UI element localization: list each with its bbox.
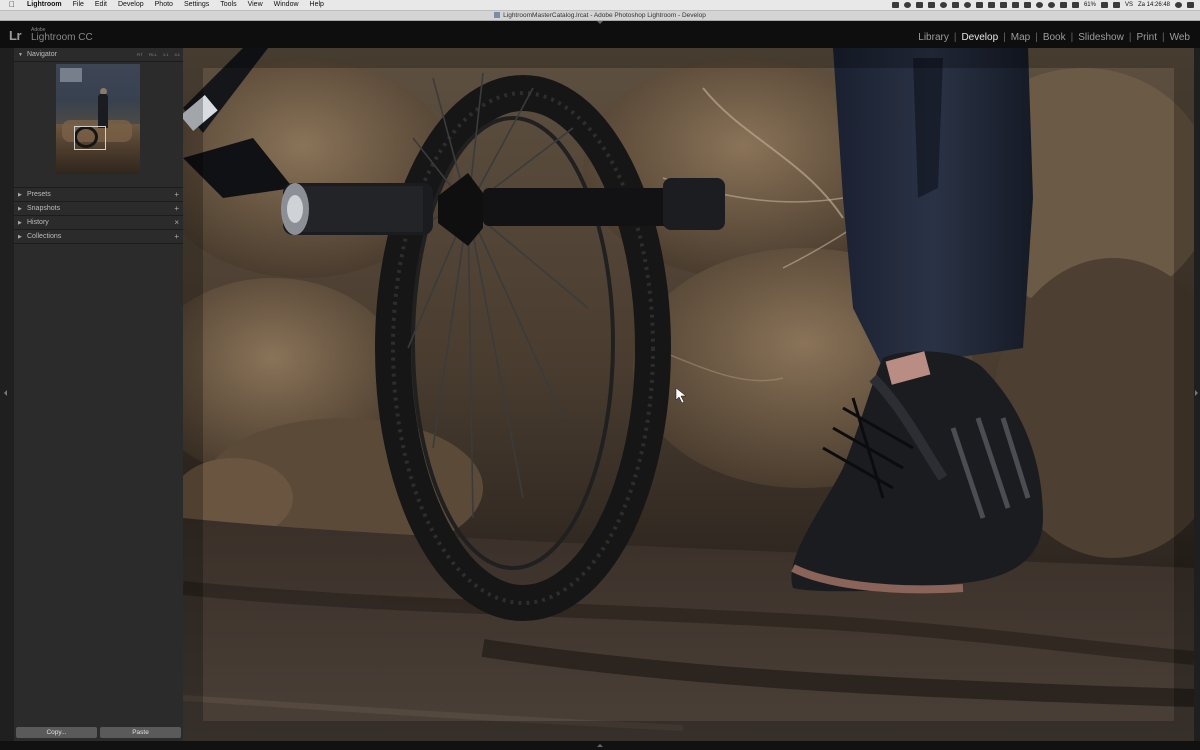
menu-settings[interactable]: Settings (184, 0, 209, 10)
flag-icon[interactable] (1112, 2, 1120, 8)
paste-settings-button[interactable]: Paste (100, 727, 181, 738)
left-panel-toggle-strip[interactable] (0, 48, 14, 741)
presets-header[interactable]: ▶ Presets + (14, 188, 183, 202)
gamepad-icon[interactable] (999, 2, 1007, 8)
photo-viewport[interactable] (183, 48, 1194, 741)
navigator-header[interactable]: ▼ Navigator FIT FILL 1:1 4:1 (14, 48, 183, 62)
time-machine-icon[interactable] (1047, 2, 1055, 8)
develop-photo[interactable] (183, 48, 1194, 741)
expanded-triangle-icon: ▼ (18, 51, 23, 58)
copy-settings-button[interactable]: Copy... (16, 727, 97, 738)
navigator-zoom-rectangle[interactable] (74, 126, 106, 150)
gear-icon[interactable] (987, 2, 995, 8)
battery-icon[interactable] (1100, 2, 1108, 8)
battery-percentage[interactable]: 61% (1084, 0, 1096, 10)
navigator-title: Navigator (27, 51, 57, 58)
thumbnail-rider (98, 94, 108, 128)
input-source[interactable]: VS (1125, 0, 1133, 10)
module-picker: Library | Develop | Map | Book | Slideshow | … (913, 32, 1195, 43)
zoom-1-1[interactable]: 1:1 (163, 52, 169, 57)
collapsed-triangle-icon: ▶ (18, 205, 22, 212)
history-title: History (27, 219, 49, 226)
zoom-4-1[interactable]: 4:1 (174, 52, 180, 57)
navigator-zoom-options: FIT FILL 1:1 4:1 (137, 52, 180, 57)
snapshots-header[interactable]: ▶ Snapshots + (14, 202, 183, 216)
module-library[interactable]: Library (913, 32, 954, 43)
macos-menubar:  Lightroom File Edit Develop Photo Sett… (0, 0, 1200, 11)
menu-window[interactable]: Window (274, 0, 299, 10)
window-title: LightroomMasterCatalog.lrcat - Adobe Pho… (503, 12, 706, 19)
lightroom-logo: Lr (9, 28, 22, 43)
module-map[interactable]: Map (1006, 32, 1035, 43)
menu-view[interactable]: View (248, 0, 263, 10)
menubar-status-area: 61% VS Za 14:26:48 (891, 0, 1194, 10)
collapse-top-panel-icon[interactable] (597, 21, 603, 24)
collapsed-triangle-icon: ▶ (18, 219, 22, 226)
script-icon[interactable] (951, 2, 959, 8)
right-panel-toggle-strip[interactable] (1194, 48, 1200, 741)
notification-center-icon[interactable] (1187, 2, 1194, 8)
copy-paste-bar: Copy... Paste (14, 725, 183, 741)
sync-icon[interactable] (903, 2, 911, 8)
add-preset-icon[interactable]: + (174, 190, 179, 199)
menubar-clock[interactable]: Za 14:26:48 (1138, 0, 1170, 10)
wifi-icon[interactable] (1035, 2, 1043, 8)
camera-icon[interactable] (975, 2, 983, 8)
menu-tools[interactable]: Tools (220, 0, 236, 10)
identity-plate-bar: Lr Adobe Lightroom CC Library | Develop | … (0, 21, 1200, 48)
clear-history-icon[interactable]: × (174, 218, 179, 227)
identity-product: Lightroom CC (31, 32, 93, 43)
module-print[interactable]: Print (1131, 32, 1162, 43)
menu-edit[interactable]: Edit (95, 0, 107, 10)
collections-header[interactable]: ▶ Collections + (14, 230, 183, 244)
collapse-right-panel-icon[interactable] (1195, 390, 1198, 396)
zoom-fill[interactable]: FILL (149, 52, 157, 57)
collapse-left-panel-icon[interactable] (4, 390, 7, 396)
filmstrip-toggle-strip[interactable] (0, 741, 1200, 750)
dropbox-icon[interactable] (927, 2, 935, 8)
spotlight-search-icon[interactable] (1175, 2, 1182, 8)
cloud-icon[interactable] (939, 2, 947, 8)
collapsed-triangle-icon: ▶ (18, 191, 22, 198)
menu-develop[interactable]: Develop (118, 0, 144, 10)
screen-mirror-icon[interactable] (1011, 2, 1019, 8)
window-titlebar: LightroomMasterCatalog.lrcat - Adobe Pho… (0, 11, 1200, 21)
collapse-filmstrip-icon[interactable] (597, 744, 603, 747)
left-panel: ▼ Navigator FIT FILL 1:1 4:1 ▶ Presets +… (14, 48, 183, 741)
collections-title: Collections (27, 233, 62, 240)
add-collection-icon[interactable]: + (174, 232, 179, 241)
tool-icon[interactable] (891, 2, 899, 8)
snapshots-title: Snapshots (27, 205, 61, 212)
history-header[interactable]: ▶ History × (14, 216, 183, 230)
zoom-fit[interactable]: FIT (137, 52, 143, 57)
display-icon[interactable] (915, 2, 923, 8)
collapsed-triangle-icon: ▶ (18, 233, 22, 240)
menu-photo[interactable]: Photo (155, 0, 173, 10)
thumbnail-window (60, 68, 82, 82)
navigator-thumbnail[interactable] (56, 64, 140, 174)
volume-icon[interactable] (1071, 2, 1079, 8)
menu-help[interactable]: Help (310, 0, 324, 10)
add-snapshot-icon[interactable]: + (174, 204, 179, 213)
menu-file[interactable]: File (73, 0, 84, 10)
module-develop[interactable]: Develop (956, 32, 1003, 43)
module-book[interactable]: Book (1038, 32, 1071, 43)
module-slideshow[interactable]: Slideshow (1073, 32, 1129, 43)
calendar-icon[interactable] (1023, 2, 1031, 8)
apple-menu-icon[interactable]:  (9, 0, 18, 10)
status-dot-icon[interactable] (963, 2, 971, 8)
bluetooth-icon[interactable] (1059, 2, 1067, 8)
presets-title: Presets (27, 191, 51, 198)
document-icon (494, 12, 501, 18)
menu-app-name[interactable]: Lightroom (27, 0, 62, 10)
navigator-preview (14, 62, 183, 188)
module-web[interactable]: Web (1165, 32, 1195, 43)
